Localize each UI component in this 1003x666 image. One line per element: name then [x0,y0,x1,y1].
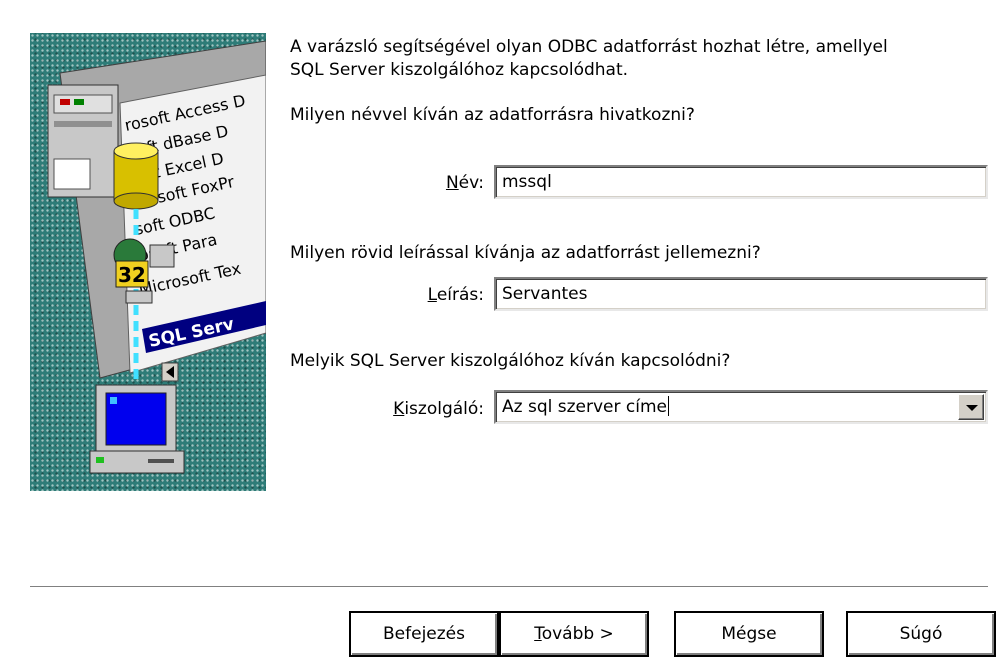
description-question: Milyen rövid leírással kívánja az adatfo… [290,243,761,263]
next-button-mnemonic: T [534,624,542,644]
button-separator [30,586,988,588]
server-dropdown-button[interactable] [958,394,984,420]
name-input[interactable]: mssql [494,165,988,199]
server-label: Kiszolgáló: [360,398,484,420]
description-input[interactable]: Servantes [494,277,988,311]
server-combobox[interactable]: Az sql szerver címe [494,390,988,424]
name-label-mnemonic: N [445,173,459,193]
text-caret [667,395,669,416]
name-question: Milyen névvel kíván az adatforrásra hiva… [290,105,695,125]
wizard-illustration: rosoft Access D soft dBase D soft Excel … [30,33,266,491]
name-label-rest: év: [458,173,484,193]
server-label-mnemonic: K [393,399,405,419]
server-label-rest: iszolgáló: [404,399,484,419]
next-button-rest: ovább > [541,624,614,644]
intro-line-2: SQL Server kiszolgálóhoz kapcsolódhat. [290,60,629,80]
server-question: Melyik SQL Server kiszolgálóhoz kíván ka… [290,351,731,371]
description-label-mnemonic: L [427,285,437,305]
intro-line-1: A varázsló segítségével olyan ODBC adatf… [290,37,888,57]
server-combobox-value: Az sql szerver címe [502,397,667,417]
finish-button[interactable]: Befejezés [349,611,499,657]
name-label: Név: [380,172,484,194]
help-button[interactable]: Súgó [846,611,996,657]
description-label: Leírás: [380,284,484,306]
next-button[interactable]: Tovább > [499,611,649,657]
chevron-down-icon [966,405,978,411]
cancel-button[interactable]: Mégse [674,611,824,657]
description-label-rest: eírás: [436,285,484,305]
illus-badge: 32 [118,263,146,287]
